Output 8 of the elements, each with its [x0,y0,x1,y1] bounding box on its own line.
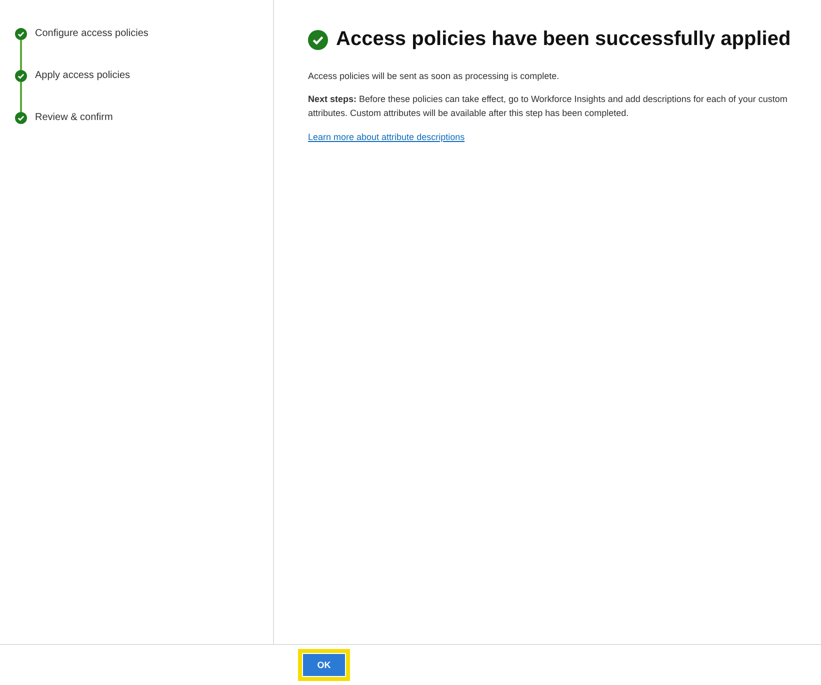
step-label: Review & confirm [35,112,113,124]
page-title: Access policies have been successfully applied [336,28,791,51]
status-text: Access policies will be sent as soon as processing is complete. [308,70,560,83]
success-icon [308,30,328,50]
next-steps-text: Next steps: Before these policies can take effect, go to Workforce Insights and add descriptions for each of your custom attributes. Custom attributes will be available after this step has been completed. [308,93,788,120]
step-label: Apply access policies [35,70,130,83]
learn-more-link[interactable]: Learn more about attribute descriptions [308,132,465,142]
step-label: Configure access policies [35,28,148,41]
